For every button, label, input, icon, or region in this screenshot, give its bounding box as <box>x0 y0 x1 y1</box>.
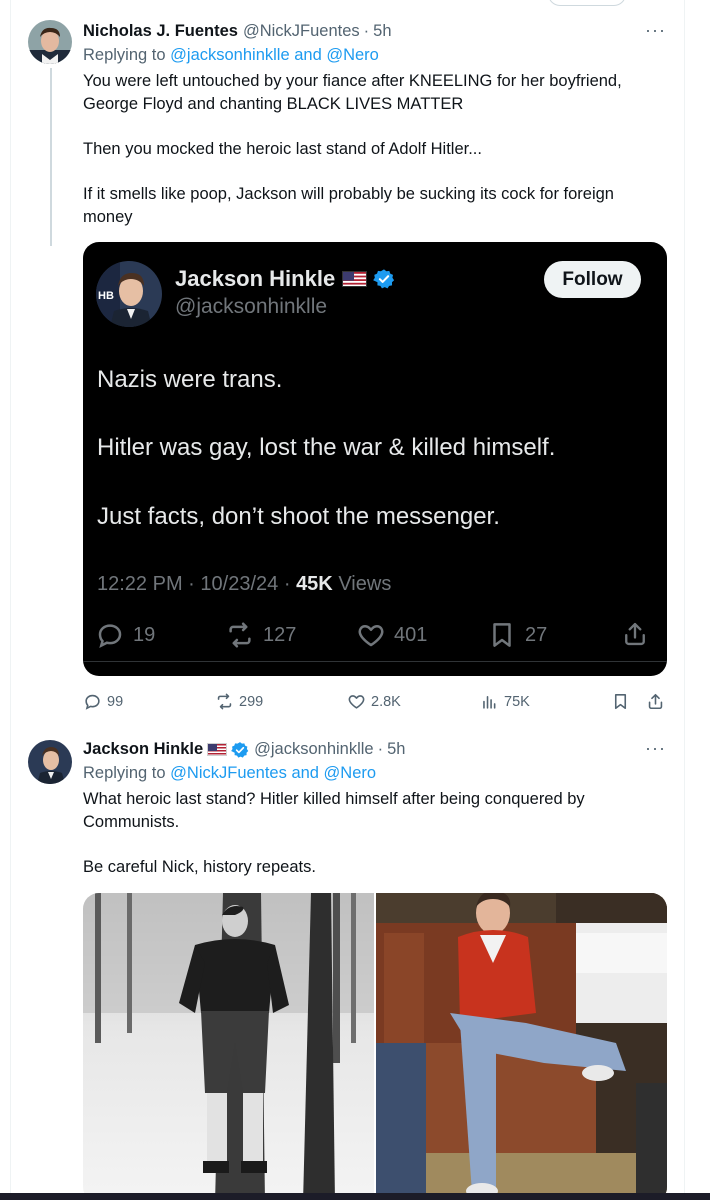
tweet1-replying-links[interactable]: @jacksonhinklle and @Nero <box>170 46 379 64</box>
reply-button[interactable]: 99 <box>83 692 123 711</box>
avatar-jackson-hinkle[interactable] <box>28 740 72 784</box>
quoted-repost-action: 127 <box>225 620 296 650</box>
bookmark-button[interactable] <box>611 692 635 711</box>
tweet1-replying-to: Replying to @jacksonhinklle and @Nero <box>83 46 379 65</box>
tweet2-author-handle[interactable]: @jacksonhinklle <box>254 740 373 759</box>
tweet2-author-name[interactable]: Jackson Hinkle <box>83 740 203 759</box>
like-icon <box>348 695 365 709</box>
timeline-border-right <box>684 0 685 1200</box>
repost-icon <box>229 622 251 648</box>
tweet1-paragraph: Then you mocked the heroic last stand of… <box>83 140 482 158</box>
timeline-border-left <box>10 0 11 1200</box>
tweet1-replying-prefix: Replying to <box>83 46 166 64</box>
bottom-window-edge <box>0 1193 710 1200</box>
tweet2-sep: · <box>377 740 384 758</box>
top-partial-button[interactable] <box>548 0 626 6</box>
avatar-nicholas-fuentes[interactable] <box>28 20 72 64</box>
quoted-like-action: 401 <box>356 620 427 650</box>
media-photo-left[interactable] <box>83 893 374 1200</box>
tweet1-author-handle[interactable]: @NickJFuentes <box>243 22 360 41</box>
verified-badge-icon <box>231 741 249 759</box>
tweet1-paragraph: You were left untouched by your fiance a… <box>83 72 622 113</box>
quoted-timestamp-views: 12:22 PM · 10/23/24 · 45K Views <box>97 573 392 595</box>
reply-count: 99 <box>107 693 124 710</box>
tweet2-replying-prefix: Replying to <box>83 764 166 782</box>
tweet1-paragraph: If it smells like poop, Jackson will pro… <box>83 185 614 226</box>
tweet2-more-icon[interactable]: ··· <box>645 738 666 759</box>
quoted-author-name-row: Jackson Hinkle <box>175 266 395 292</box>
tweet1-sep: · <box>363 22 370 40</box>
views-button[interactable]: 75K <box>480 692 530 711</box>
reply-icon <box>98 624 122 649</box>
reply-icon <box>85 694 100 710</box>
tweet1-more-icon[interactable]: ··· <box>645 20 666 41</box>
quoted-text-line: Hitler was gay, lost the war & killed hi… <box>97 434 556 461</box>
thread-connector-line <box>50 68 52 246</box>
quoted-divider <box>83 661 667 662</box>
quoted-author-name: Jackson Hinkle <box>175 266 336 291</box>
follow-button: Follow <box>544 261 641 298</box>
quoted-avatar: HB <box>96 261 162 327</box>
repost-button[interactable]: 299 <box>215 692 263 711</box>
views-count: 75K <box>504 693 530 710</box>
tweet2-header: Jackson Hinkle @jacksonhinklle · 5h <box>83 740 405 759</box>
tweet1-body: You were left untouched by your fiance a… <box>83 70 663 251</box>
tweet1-author-name[interactable]: Nicholas J. Fuentes <box>83 22 238 41</box>
verified-badge-icon <box>373 268 395 290</box>
quoted-tweet-image[interactable]: HB Jackson Hinkle @jacksonhinklle Follow… <box>83 242 667 676</box>
tweet2-body: What heroic last stand? Hitler killed hi… <box>83 788 663 901</box>
us-flag-icon <box>342 271 368 287</box>
bookmark-icon <box>614 693 627 710</box>
quoted-views-label: Views <box>338 573 392 595</box>
quoted-author-handle: @jacksonhinklle <box>175 295 328 318</box>
quoted-views-count: 45K <box>296 573 333 595</box>
tweet1-time[interactable]: 5h <box>373 22 391 41</box>
quoted-time: 12:22 PM <box>97 573 183 595</box>
quoted-share-icon <box>621 620 649 653</box>
tweet1-header: Nicholas J. Fuentes @NickJFuentes · 5h <box>83 22 392 41</box>
quoted-date: 10/23/24 <box>200 573 279 595</box>
tweet2-media[interactable] <box>83 893 667 1200</box>
tweet2-replying-links[interactable]: @NickJFuentes and @Nero <box>170 764 376 782</box>
repost-icon <box>217 693 232 710</box>
like-button[interactable]: 2.8K <box>347 692 401 711</box>
share-button[interactable] <box>646 692 670 711</box>
tweet2-paragraph: Be careful Nick, history repeats. <box>83 858 316 876</box>
us-flag-icon <box>207 743 228 756</box>
bookmark-icon <box>493 623 511 647</box>
quoted-text-line: Just facts, don’t shoot the messenger. <box>97 503 500 530</box>
quoted-text-line: Nazis were trans. <box>97 366 283 393</box>
share-icon <box>648 693 663 710</box>
twitter-thread-page: Nicholas J. Fuentes @NickJFuentes · 5h ·… <box>0 0 710 1200</box>
tweet2-paragraph: What heroic last stand? Hitler killed hi… <box>83 790 585 831</box>
like-icon <box>358 625 384 647</box>
tweet2-replying-to: Replying to @NickJFuentes and @Nero <box>83 764 376 783</box>
like-count: 2.8K <box>371 693 401 710</box>
tweet2-time[interactable]: 5h <box>387 740 405 759</box>
media-photo-right[interactable] <box>376 893 667 1200</box>
svg-text:HB: HB <box>98 290 114 302</box>
quoted-bookmark-action: 27 <box>487 620 547 650</box>
repost-count: 299 <box>239 693 264 710</box>
quoted-reply-action: 19 <box>95 620 155 650</box>
views-icon <box>483 695 496 709</box>
